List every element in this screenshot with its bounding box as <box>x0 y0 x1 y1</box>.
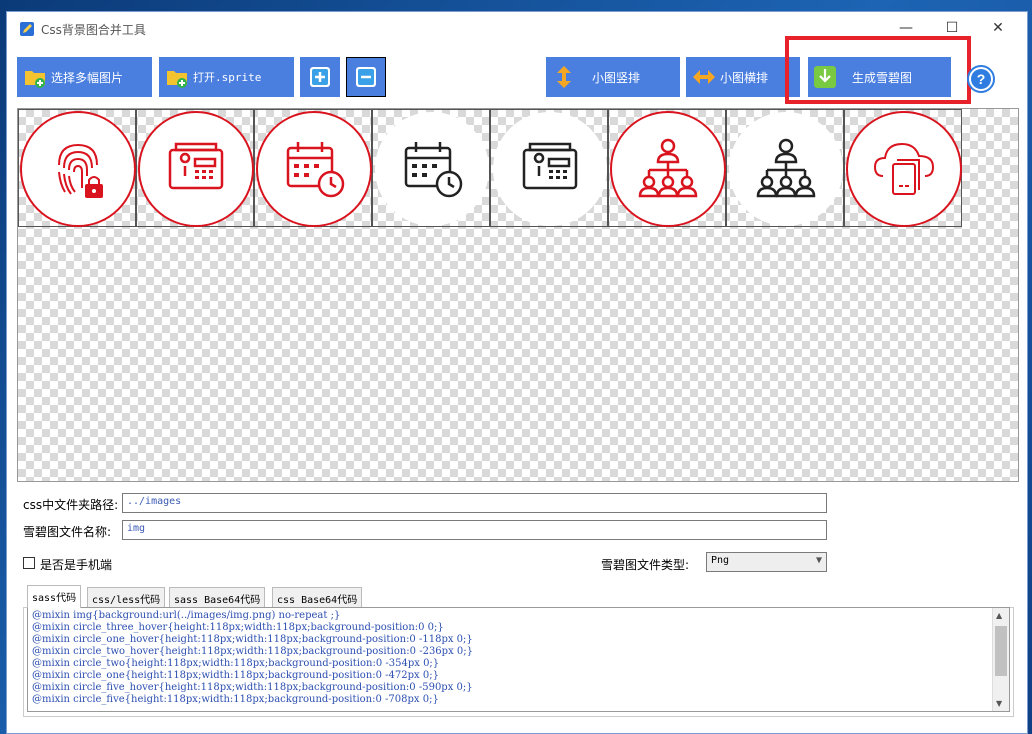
tab-sass-base64[interactable]: sass Base64代码 <box>169 587 266 607</box>
help-icon[interactable]: ? <box>967 65 995 93</box>
file-type-select[interactable]: Png ▼ <box>706 552 827 572</box>
folder-open-icon <box>167 71 187 88</box>
vertical-arrange-label: 小图竖排 <box>592 70 641 85</box>
zoom-out-button[interactable] <box>346 57 386 97</box>
sprite-cell[interactable] <box>726 109 844 227</box>
code-scrollbar[interactable]: ▲ ▼ <box>992 608 1009 711</box>
org-chart-icon <box>610 111 726 227</box>
sprite-cell[interactable] <box>490 109 608 227</box>
sprite-cell[interactable] <box>608 109 726 227</box>
folder-add-icon <box>25 71 45 88</box>
folder-path-input[interactable]: ../images <box>122 493 827 513</box>
arrow-updown-icon <box>557 66 571 88</box>
sprite-cell[interactable] <box>844 109 962 227</box>
open-sprite-label: 打开.sprite <box>193 71 262 84</box>
code-line: @mixin circle_two_hover{height:118px;wid… <box>32 646 473 657</box>
close-button[interactable]: ✕ <box>975 12 1021 44</box>
file-type-label: 雪碧图文件类型: <box>601 558 690 572</box>
select-images-label: 选择多幅图片 <box>51 70 124 85</box>
chevron-down-icon: ▼ <box>815 555 822 566</box>
arrow-leftright-icon <box>693 70 715 84</box>
org-chart-icon <box>729 112 843 226</box>
window-title: Css背景图合并工具 <box>41 23 146 37</box>
app-window: Css背景图合并工具 — ☐ ✕ 选择多幅图片 打开.sprite 小图竖排 小… <box>6 11 1028 734</box>
plus-icon <box>310 67 330 87</box>
fingerprint-lock-icon <box>20 111 136 227</box>
select-images-button[interactable]: 选择多幅图片 <box>17 57 152 97</box>
sprite-name-label: 雪碧图文件名称: <box>23 525 112 539</box>
open-sprite-button[interactable]: 打开.sprite <box>159 57 294 97</box>
code-line: @mixin circle_two{height:118px;width:118… <box>32 658 440 669</box>
zoom-in-button[interactable] <box>300 57 340 97</box>
horizontal-arrange-label: 小图横排 <box>720 70 769 85</box>
cloud-document-icon <box>846 111 962 227</box>
code-line: @mixin circle_five{height:118px;width:11… <box>32 694 439 705</box>
scroll-up-icon[interactable]: ▲ <box>996 611 1002 620</box>
mobile-checkbox[interactable] <box>23 557 35 569</box>
sprite-cell[interactable] <box>136 109 254 227</box>
code-line: @mixin circle_five_hover{height:118px;wi… <box>32 682 473 693</box>
sprite-preview-canvas[interactable] <box>17 108 1019 482</box>
scroll-down-icon[interactable]: ▼ <box>996 699 1002 708</box>
app-pencil-icon <box>20 22 34 36</box>
file-type-value: Png <box>711 555 730 566</box>
scroll-thumb[interactable] <box>995 626 1007 676</box>
sprite-cell[interactable] <box>254 109 372 227</box>
tab-css-base64[interactable]: css Base64代码 <box>272 587 363 607</box>
tab-sass[interactable]: sass代码 <box>27 585 82 608</box>
keypad-device-icon <box>493 112 607 226</box>
code-line: @mixin img{background:url(../images/img.… <box>32 610 341 621</box>
mobile-label: 是否是手机端 <box>40 558 113 572</box>
calendar-clock-icon <box>375 112 489 226</box>
minus-icon <box>356 67 376 87</box>
highlight-box <box>785 36 971 104</box>
svg-text:?: ? <box>977 71 986 87</box>
code-line: @mixin circle_three_hover{height:118px;w… <box>32 622 444 633</box>
vertical-arrange-button[interactable]: 小图竖排 <box>546 57 680 97</box>
code-line: @mixin circle_one_hover{height:118px;wid… <box>32 634 473 645</box>
code-line: @mixin circle_one{height:118px;width:118… <box>32 670 439 681</box>
horizontal-arrange-button[interactable]: 小图横排 <box>686 57 800 97</box>
tab-css-less[interactable]: css/less代码 <box>87 587 166 607</box>
code-textarea[interactable]: @mixin img{background:url(../images/img.… <box>27 607 1010 712</box>
keypad-device-icon <box>138 111 254 227</box>
sprite-cell[interactable] <box>372 109 490 227</box>
calendar-clock-icon <box>256 111 372 227</box>
sprite-name-input[interactable]: img <box>122 520 827 540</box>
sprite-cell[interactable] <box>18 109 136 227</box>
folder-path-label: css中文件夹路径: <box>23 498 119 512</box>
